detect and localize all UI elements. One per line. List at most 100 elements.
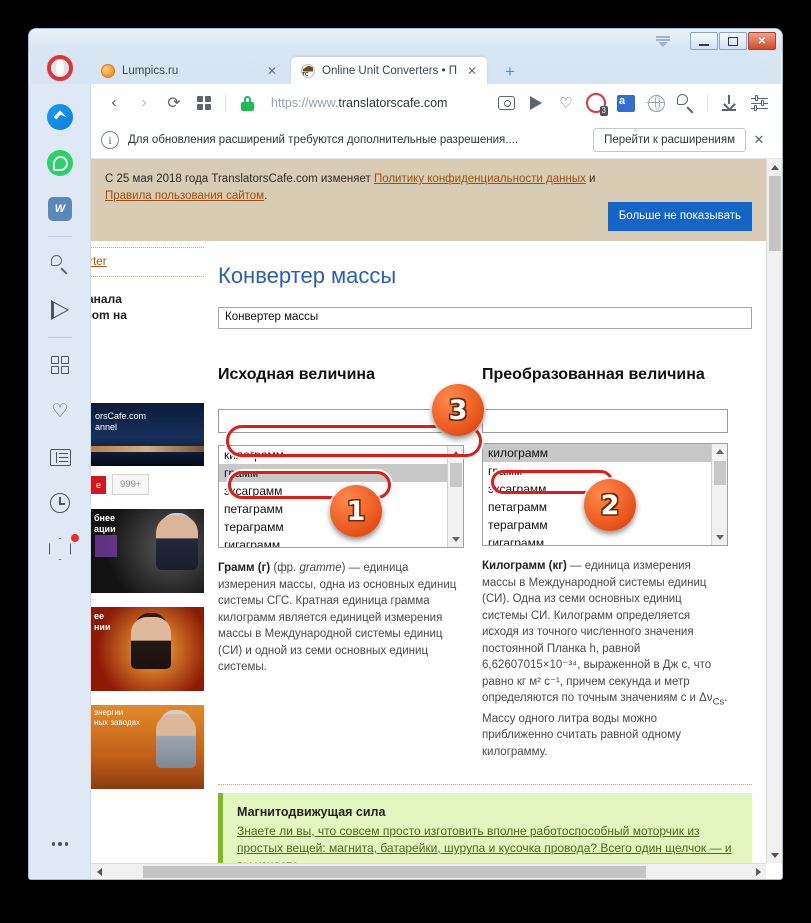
translate-icon[interactable]: a [611, 89, 641, 117]
sidebar-item-search[interactable] [29, 241, 91, 287]
downloads-icon[interactable] [714, 89, 744, 117]
minimize-button[interactable] [690, 32, 718, 50]
adblock-icon[interactable]: 3 [581, 89, 611, 117]
privacy-banner: С 25 мая 2018 года TranslatorsCafe.com и… [91, 159, 766, 241]
video-thumbnail-3[interactable]: энергии ных заводах [91, 705, 204, 789]
source-desc-b: ) — единица измерения массы, одна из осн… [218, 562, 457, 673]
target-desc-sub: Cs [712, 696, 725, 708]
source-unit-list-item[interactable]: гигаграмм [219, 536, 447, 547]
scroll-up-icon[interactable] [712, 444, 727, 459]
callout-badge-3: 3 [432, 384, 484, 436]
converter-link[interactable]: n converter [91, 242, 204, 268]
scroll-right-icon[interactable] [750, 864, 766, 879]
easy-setup-icon[interactable] [744, 89, 774, 117]
window-titlebar: ✕ [29, 29, 782, 51]
back-icon[interactable]: ‹ [99, 89, 129, 117]
telegram-icon [51, 300, 69, 320]
scroll-down-icon[interactable] [712, 530, 727, 545]
privacy-policy-link[interactable]: Политику конфиденциальности данных [374, 173, 586, 185]
whatsapp-icon [47, 150, 73, 176]
sidebar-item-extensions[interactable] [29, 526, 91, 572]
converter-category-select[interactable]: Конвертер массы [218, 307, 752, 329]
sidebar-item-history[interactable] [29, 480, 91, 526]
channel-thumbnail[interactable]: orsCafe.com annel [91, 403, 204, 466]
promo-box[interactable]: Магнитодвижущая сила Знаете ли вы, что с… [218, 793, 752, 872]
video-thumbnail-2[interactable]: ее нии [91, 607, 204, 691]
window-controls: ✕ [690, 32, 776, 50]
extension-notification-close-icon[interactable]: ✕ [746, 132, 772, 148]
page-hscroll-thumb[interactable] [143, 866, 646, 878]
vk-icon: W [48, 197, 72, 221]
package-icon [49, 538, 71, 560]
lumpics-favicon-icon [101, 63, 115, 78]
vpn-globe-icon[interactable] [641, 89, 671, 117]
flow-send-icon[interactable] [521, 89, 551, 117]
forward-icon[interactable]: › [129, 89, 159, 117]
sidebar-item-whatsapp[interactable] [29, 140, 91, 186]
source-list-scrollbar[interactable] [447, 446, 463, 547]
sidebar-item-vk[interactable]: W [29, 186, 91, 232]
close-button[interactable]: ✕ [748, 32, 776, 50]
new-tab-button[interactable]: + [501, 63, 519, 81]
subscribe-button[interactable]: e [91, 475, 107, 494]
target-value-input[interactable] [482, 409, 728, 433]
source-list-scroll-thumb[interactable] [450, 463, 462, 487]
sidebar-item-bookmarks[interactable]: ♡ [29, 388, 91, 434]
video-thumb-text: ее нии [94, 611, 111, 632]
bookmark-heart-icon[interactable]: ♡ [551, 89, 581, 117]
tab-close-icon[interactable]: ✕ [465, 64, 479, 78]
tab-close-icon[interactable]: ✕ [265, 64, 279, 78]
toolbar-divider-2 [707, 94, 708, 112]
page-horizontal-scrollbar[interactable] [91, 863, 766, 879]
sidebar-item-news[interactable] [29, 434, 91, 480]
video-thumbnail-1[interactable]: бнее ации [91, 509, 204, 593]
channel-thumb-text: orsCafe.com annel [95, 411, 147, 432]
source-desc-italic: gramme [299, 562, 342, 574]
window-menu-icon[interactable] [652, 32, 674, 50]
source-desc-a: (фр. [270, 562, 300, 574]
privacy-text-middle: и [585, 173, 596, 185]
target-desc-rest: — единица измерения массы в Международно… [482, 560, 713, 704]
target-list-scroll-thumb[interactable] [714, 461, 726, 485]
sidebar-item-speed-dial[interactable] [29, 342, 91, 388]
page-vertical-scrollbar[interactable] [766, 159, 782, 863]
converter-column: Конвертер массы Конвертер массы Исходная… [204, 241, 766, 872]
sidebar-more-button[interactable] [29, 821, 91, 867]
target-list-scrollbar[interactable] [711, 444, 727, 545]
target-unit-list-item[interactable]: гигаграмм [483, 534, 711, 545]
target-unit-list-item-kilogram[interactable]: килограмм [483, 444, 711, 462]
scroll-down-icon[interactable] [448, 532, 463, 547]
search-in-page-icon[interactable] [671, 89, 701, 117]
snapshot-icon[interactable] [491, 89, 521, 117]
speed-dial-icon[interactable] [189, 89, 219, 117]
heart-icon: ♡ [51, 400, 69, 422]
news-icon [49, 448, 71, 466]
page-scroll-thumb[interactable] [769, 176, 781, 251]
tab-lumpics[interactable]: Lumpics.ru ✕ [91, 57, 287, 84]
tab-strip: Lumpics.ru ✕ Online Unit Converters • П … [29, 51, 782, 84]
source-desc-term: Грамм (г) [218, 562, 271, 574]
terms-of-use-link[interactable]: Правила пользования сайтом [105, 190, 264, 202]
address-bar[interactable]: https://www.translatorscafe.com [262, 96, 491, 110]
go-to-extensions-button[interactable]: Перейти к расширениям [593, 128, 746, 152]
tab-translatorscafe[interactable]: Online Unit Converters • П ✕ [291, 57, 487, 84]
scroll-up-icon[interactable] [767, 159, 782, 175]
sidebar-item-messenger[interactable] [29, 94, 91, 140]
adblock-count: 3 [599, 106, 608, 116]
maximize-button[interactable] [719, 32, 747, 50]
scroll-down-icon[interactable] [767, 847, 782, 863]
target-desc-term: Килограмм (кг) [482, 560, 567, 572]
reload-icon[interactable]: ⟳ [159, 89, 189, 117]
dismiss-privacy-button[interactable]: Больше не показывать [607, 202, 752, 231]
scroll-left-icon[interactable] [91, 864, 107, 879]
url-scheme: https://www. [271, 96, 339, 110]
messenger-icon [47, 104, 73, 130]
tab-title: Lumpics.ru [122, 64, 179, 77]
opera-logo-icon[interactable] [47, 55, 73, 81]
privacy-text-before: С 25 мая 2018 года TranslatorsCafe.com и… [105, 173, 374, 185]
subscriber-count: 999+ [112, 474, 150, 495]
sidebar-item-telegram[interactable] [29, 287, 91, 333]
site-viewport: С 25 мая 2018 года TranslatorsCafe.com и… [91, 159, 782, 879]
lock-icon[interactable] [232, 89, 262, 117]
page-title: Конвертер массы [218, 263, 397, 288]
